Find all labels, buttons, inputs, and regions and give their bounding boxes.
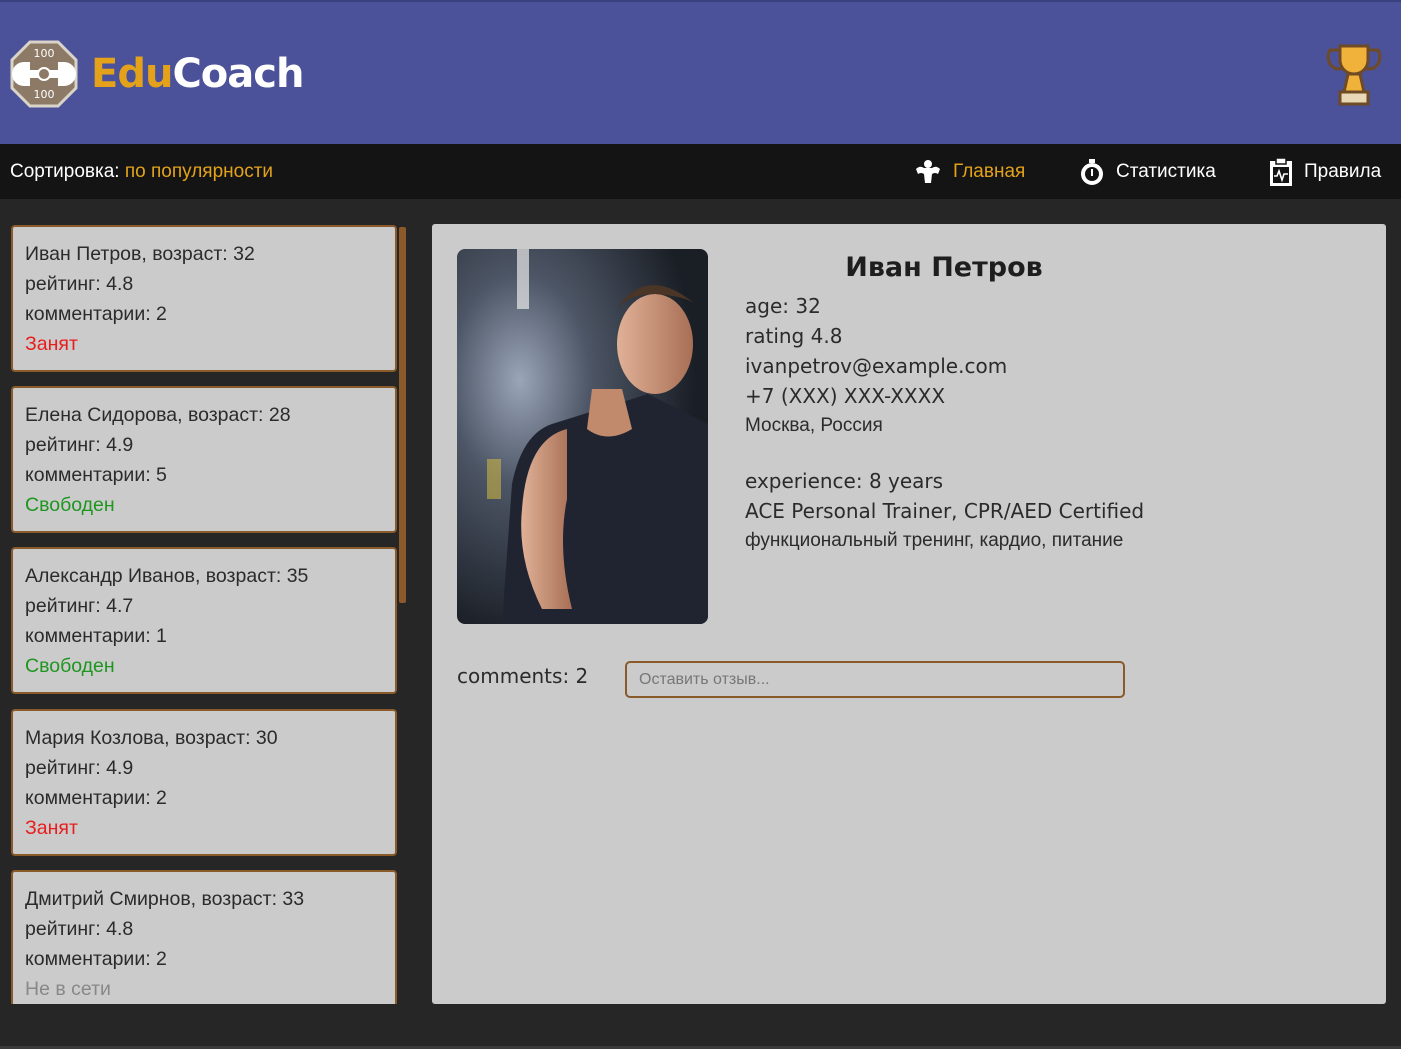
sort-label: Сортировка:	[10, 161, 120, 182]
nav-item-rules[interactable]: Правила	[1268, 156, 1381, 188]
coach-card-comments: комментарии: 2	[25, 303, 167, 325]
coach-card-comments: комментарии: 1	[25, 625, 167, 647]
coach-certifications: ACE Personal Trainer, CPR/AED Certified	[745, 499, 1145, 523]
coach-age: age: 32	[745, 294, 821, 318]
coach-card-title: Елена Сидорова, возраст: 28	[25, 404, 291, 426]
list-scrollbar[interactable]	[399, 227, 406, 603]
coach-card-comments: комментарии: 5	[25, 464, 167, 486]
coach-card-comments: комментарии: 2	[25, 948, 167, 970]
coach-card[interactable]: Елена Сидорова, возраст: 28 рейтинг: 4.9…	[11, 386, 397, 533]
app-logo-text[interactable]: EduCoach	[91, 48, 304, 100]
coach-card-status: Не в сети	[25, 978, 111, 1000]
stopwatch-icon	[1081, 159, 1103, 185]
coach-card-status: Занят	[25, 817, 78, 839]
coach-card-comments: комментарии: 2	[25, 787, 167, 809]
header-bar: 100 100 EduCoach	[0, 0, 1401, 144]
coach-card[interactable]: Дмитрий Смирнов, возраст: 33 рейтинг: 4.…	[11, 870, 397, 1004]
nav-label-home: Главная	[953, 161, 1026, 182]
comment-input[interactable]	[625, 661, 1125, 698]
sort-value[interactable]: по популярности	[125, 161, 273, 182]
nav-label-stats: Статистика	[1116, 161, 1216, 182]
coach-card-rating: рейтинг: 4.7	[25, 595, 134, 617]
logo-icon[interactable]: 100 100	[10, 40, 78, 108]
coach-card[interactable]: Иван Петров, возраст: 32 рейтинг: 4.8 ко…	[11, 225, 397, 372]
coach-card-rating: рейтинг: 4.9	[25, 757, 134, 779]
coach-name: Иван Петров	[845, 252, 1043, 283]
coach-location: Москва, Россия	[745, 415, 883, 436]
coach-card-rating: рейтинг: 4.8	[25, 918, 134, 940]
clipboard-icon	[1270, 157, 1292, 186]
comments-count: comments: 2	[457, 664, 589, 688]
coach-card[interactable]: Александр Иванов, возраст: 35 рейтинг: 4…	[11, 547, 397, 694]
coach-detail-panel: Иван Петров age: 32 rating 4.8 ivanpetro…	[432, 224, 1386, 1004]
coach-card-title: Мария Козлова, возраст: 30	[25, 727, 278, 749]
logo-text-coach: Coach	[172, 51, 304, 97]
coach-card-rating: рейтинг: 4.9	[25, 434, 134, 456]
coach-card-status: Свободен	[25, 494, 115, 516]
coach-photo	[457, 249, 708, 624]
coach-specialization: функциональный тренинг, кардио, питание	[745, 530, 1124, 551]
coach-card-status: Свободен	[25, 655, 115, 677]
coach-card-status: Занят	[25, 333, 78, 355]
coach-card[interactable]: Мария Козлова, возраст: 30 рейтинг: 4.9 …	[11, 709, 397, 856]
logo-text-edu: Edu	[91, 51, 173, 97]
nav-label-rules: Правила	[1304, 161, 1382, 182]
muscle-icon	[916, 160, 940, 183]
coach-list[interactable]: Иван Петров, возраст: 32 рейтинг: 4.8 ко…	[0, 199, 410, 1004]
trophy-icon[interactable]	[1326, 42, 1382, 108]
coach-rating: rating 4.8	[745, 324, 843, 348]
coach-photo-image	[457, 249, 708, 624]
nav-bar: Сортировка: по популярности Главная Стат…	[0, 144, 1401, 199]
coach-card-title: Дмитрий Смирнов, возраст: 33	[25, 888, 305, 910]
coach-email[interactable]: ivanpetrov@example.com	[745, 354, 1007, 378]
coach-phone[interactable]: +7 (XXX) XXX-XXXX	[745, 384, 945, 408]
coach-card-title: Иван Петров, возраст: 32	[25, 243, 255, 265]
sort-control[interactable]: Сортировка: по популярности	[10, 160, 273, 184]
coach-experience: experience: 8 years	[745, 469, 944, 493]
logo-badge-top: 100	[34, 47, 55, 60]
coach-card-title: Александр Иванов, возраст: 35	[25, 565, 309, 587]
nav-item-stats[interactable]: Статистика	[1078, 156, 1216, 188]
coach-card-rating: рейтинг: 4.8	[25, 273, 134, 295]
nav-item-home[interactable]: Главная	[913, 156, 1025, 188]
logo-badge-bottom: 100	[34, 88, 55, 101]
